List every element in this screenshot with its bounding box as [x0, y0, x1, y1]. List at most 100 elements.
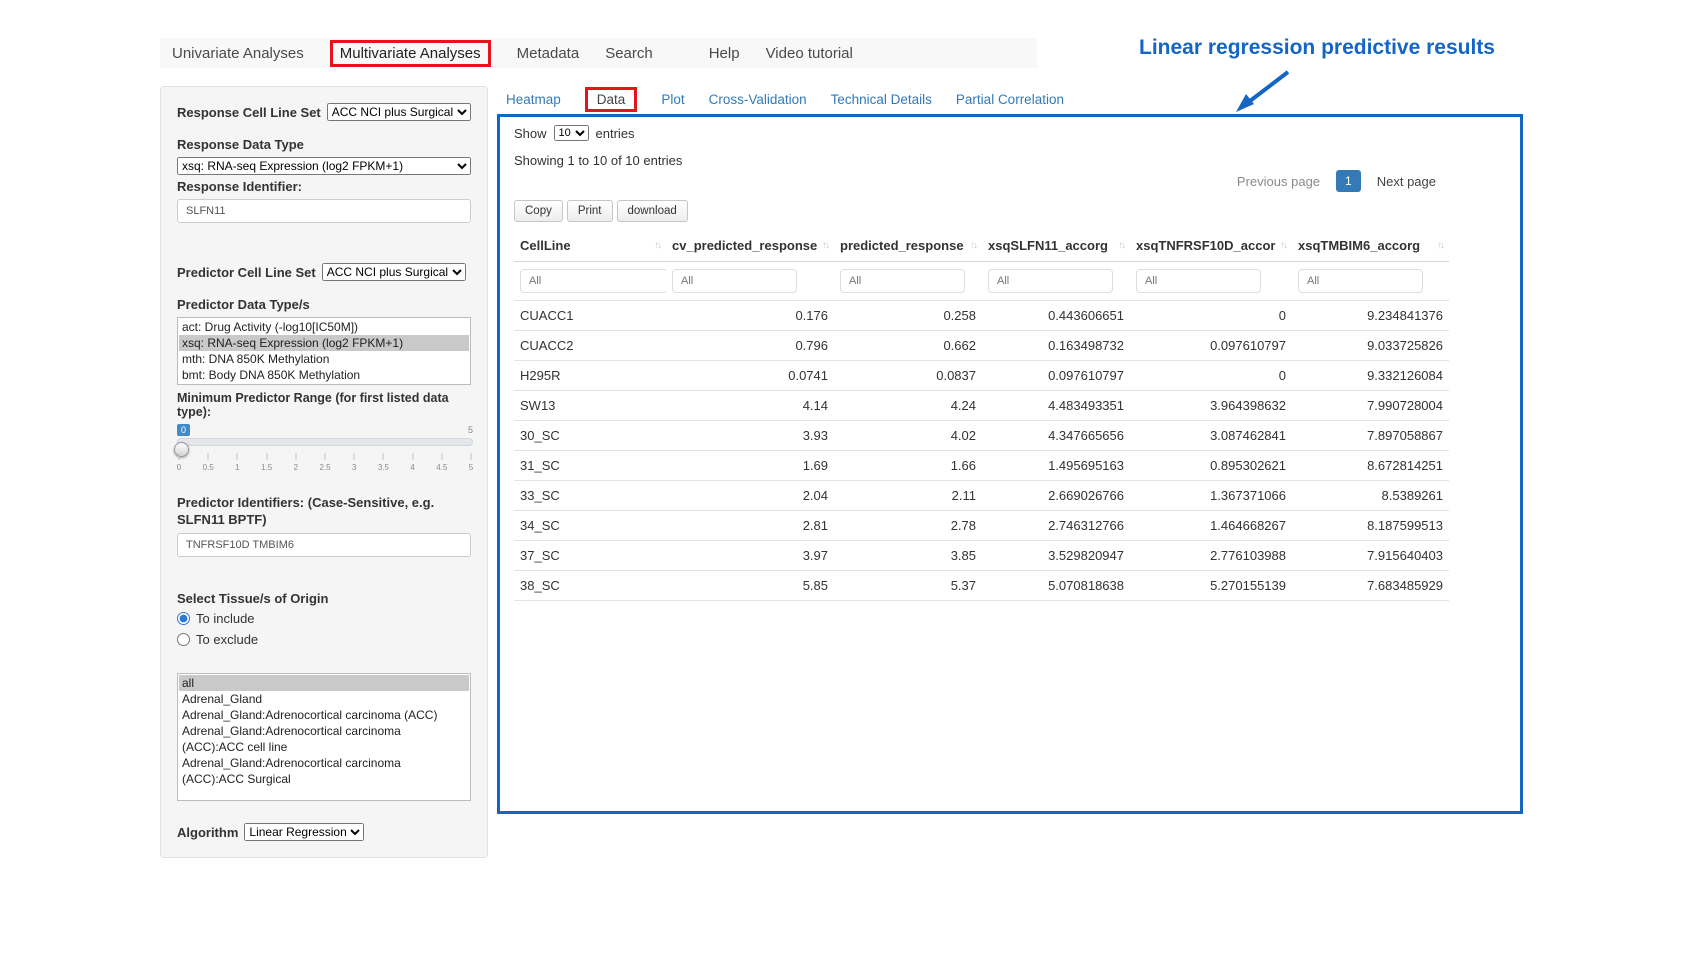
- tissue-include-option[interactable]: To include: [177, 611, 471, 626]
- tab-plot[interactable]: Plot: [661, 92, 684, 107]
- predictor-data-types-label: Predictor Data Type/s: [177, 297, 471, 312]
- slider-tick: [179, 453, 180, 460]
- value-cell: 0.443606651: [982, 301, 1130, 331]
- tissue-option[interactable]: Adrenal_Gland:Adrenocortical carcinoma (…: [179, 723, 469, 755]
- pagination: Previous page 1 Next page: [514, 170, 1436, 192]
- cellline-cell: 38_SC: [514, 571, 666, 601]
- datatype-option[interactable]: bmt: Body DNA 850K Methylation: [179, 367, 469, 383]
- annotation-text: Linear regression predictive results: [1055, 36, 1495, 60]
- column-filter-input[interactable]: [840, 269, 965, 293]
- datatype-option[interactable]: mth: DNA 850K Methylation: [179, 351, 469, 367]
- slider-tick: [325, 453, 326, 460]
- filter-cell: [666, 262, 834, 301]
- show-entries-suffix: entries: [596, 126, 635, 141]
- copy-button[interactable]: Copy: [514, 200, 563, 222]
- sort-icon[interactable]: ↑↓: [1437, 240, 1443, 251]
- column-filter-input[interactable]: [1298, 269, 1423, 293]
- column-filter-input[interactable]: [672, 269, 797, 293]
- column-filter-input[interactable]: [988, 269, 1113, 293]
- sort-icon[interactable]: ↑↓: [654, 240, 660, 251]
- value-cell: 2.776103988: [1130, 541, 1292, 571]
- sort-icon[interactable]: ↑↓: [1118, 240, 1124, 251]
- print-button[interactable]: Print: [567, 200, 613, 222]
- response-data-type-label: Response Data Type: [177, 137, 471, 152]
- column-label: xsqTNFRSF10D_accorg: [1136, 238, 1276, 253]
- algorithm-select[interactable]: Linear Regression: [244, 823, 364, 841]
- table-toolbar: Copy Print download: [514, 200, 1506, 222]
- nav-help[interactable]: Help: [709, 45, 740, 62]
- download-button[interactable]: download: [617, 200, 688, 222]
- value-cell: 7.915640403: [1292, 541, 1449, 571]
- tissue-option[interactable]: Adrenal_Gland:Adrenocortical carcinoma (…: [179, 755, 469, 787]
- value-cell: 5.37: [834, 571, 982, 601]
- slider-tick: [266, 453, 267, 460]
- value-cell: 0.097610797: [982, 361, 1130, 391]
- datatype-option[interactable]: xsq: RNA-seq Expression (log2 FPKM+1): [179, 335, 469, 351]
- table-row: 30_SC3.934.024.3476656563.0874628417.897…: [514, 421, 1449, 451]
- predictor-cell-line-set-select[interactable]: ACC NCI plus Surgical: [322, 263, 466, 281]
- predictor-datatype-listbox[interactable]: act: Drug Activity (-log10[IC50M])xsq: R…: [177, 317, 471, 385]
- nav-univariate-analyses[interactable]: Univariate Analyses: [172, 45, 304, 62]
- column-header-xsqslfn11_accorg[interactable]: xsqSLFN11_accorg↑↓: [982, 230, 1130, 262]
- value-cell: 3.964398632: [1130, 391, 1292, 421]
- nav-search[interactable]: Search: [605, 45, 653, 62]
- column-header-cellline[interactable]: CellLine↑↓: [514, 230, 666, 262]
- cellline-cell: 33_SC: [514, 481, 666, 511]
- slider-tick-label: 2: [294, 463, 298, 472]
- tab-technical-details[interactable]: Technical Details: [831, 92, 932, 107]
- slider-track[interactable]: [177, 438, 473, 446]
- value-cell: 1.66: [834, 451, 982, 481]
- tissue-option[interactable]: Adrenal_Gland:Adrenocortical carcinoma (…: [179, 707, 469, 723]
- column-filter-input[interactable]: [520, 269, 666, 293]
- response-identifier-input[interactable]: [177, 199, 471, 223]
- min-predictor-range-label: Minimum Predictor Range (for first liste…: [177, 391, 471, 419]
- tissue-include-label: To include: [196, 611, 255, 626]
- cellline-cell: 37_SC: [514, 541, 666, 571]
- next-page-button[interactable]: Next page: [1377, 174, 1436, 189]
- column-header-xsqtmbim6_accorg[interactable]: xsqTMBIM6_accorg↑↓: [1292, 230, 1449, 262]
- response-data-type-select[interactable]: xsq: RNA-seq Expression (log2 FPKM+1): [177, 157, 471, 175]
- previous-page-button[interactable]: Previous page: [1237, 174, 1320, 189]
- tissue-option[interactable]: all: [179, 675, 469, 691]
- table-header-row: CellLine↑↓cv_predicted_response↑↓predict…: [514, 230, 1449, 262]
- current-page-button[interactable]: 1: [1336, 170, 1361, 192]
- nav-video-tutorial[interactable]: Video tutorial: [766, 45, 853, 62]
- tab-partial-correlation[interactable]: Partial Correlation: [956, 92, 1064, 107]
- column-header-cv_predicted_response[interactable]: cv_predicted_response ↑↓: [666, 230, 834, 262]
- value-cell: 3.93: [666, 421, 834, 451]
- value-cell: 8.672814251: [1292, 451, 1449, 481]
- value-cell: 0.0741: [666, 361, 834, 391]
- predictor-identifiers-input[interactable]: [177, 533, 471, 557]
- nav-metadata[interactable]: Metadata: [517, 45, 580, 62]
- sort-icon[interactable]: ↑↓: [970, 240, 976, 251]
- tissue-listbox[interactable]: allAdrenal_GlandAdrenal_Gland:Adrenocort…: [177, 673, 471, 801]
- value-cell: 5.270155139: [1130, 571, 1292, 601]
- nav-multivariate-analyses[interactable]: Multivariate Analyses: [340, 45, 481, 62]
- column-header-xsqtnfrsf10d_accorg[interactable]: xsqTNFRSF10D_accorg ↑↓: [1130, 230, 1292, 262]
- column-filter-input[interactable]: [1136, 269, 1261, 293]
- value-cell: 3.97: [666, 541, 834, 571]
- column-header-predicted_response[interactable]: predicted_response↑↓: [834, 230, 982, 262]
- datatype-option[interactable]: act: Drug Activity (-log10[IC50M]): [179, 319, 469, 335]
- tissue-exclude-radio[interactable]: [177, 633, 190, 646]
- tissue-exclude-option[interactable]: To exclude: [177, 632, 471, 647]
- tissue-option[interactable]: Adrenal_Gland: [179, 691, 469, 707]
- tab-cross-validation[interactable]: Cross-Validation: [709, 92, 807, 107]
- slider-grid: 00.511.522.533.544.55: [179, 450, 471, 478]
- tissue-include-radio[interactable]: [177, 612, 190, 625]
- min-predictor-range-slider[interactable]: 0 5 00.511.522.533.544.55: [177, 424, 473, 480]
- column-label: cv_predicted_response: [672, 238, 817, 253]
- value-cell: 4.02: [834, 421, 982, 451]
- value-cell: 2.11: [834, 481, 982, 511]
- tissue-exclude-label: To exclude: [196, 632, 258, 647]
- tab-heatmap[interactable]: Heatmap: [506, 92, 561, 107]
- top-navigation: Univariate Analyses Multivariate Analyse…: [160, 38, 1037, 68]
- value-cell: 4.483493351: [982, 391, 1130, 421]
- sort-icon[interactable]: ↑↓: [822, 240, 828, 251]
- value-cell: 0.258: [834, 301, 982, 331]
- response-cell-line-set-select[interactable]: ACC NCI plus Surgical: [327, 103, 471, 121]
- show-entries-select[interactable]: 10: [554, 125, 589, 141]
- slider-max-label: 5: [468, 425, 473, 435]
- sort-icon[interactable]: ↑↓: [1280, 240, 1286, 251]
- tab-data[interactable]: Data: [597, 92, 626, 107]
